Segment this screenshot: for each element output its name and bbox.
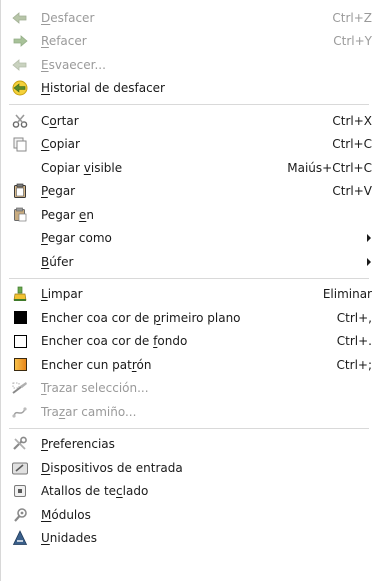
scissors-icon (11, 113, 29, 129)
menu-item-stroke-selection[interactable]: Trazar selección... (1, 377, 377, 401)
menu-item-keyboard-shortcuts[interactable]: Atallos de teclado (1, 480, 377, 504)
menu-item-fill-foreground[interactable]: Encher coa cor de primeiro plano Ctrl+, (1, 306, 377, 330)
menu-item-label: Copiar (41, 137, 80, 152)
menu-item-cut[interactable]: Cortar Ctrl+X (1, 109, 377, 133)
menu-item-label: Pegar en (41, 207, 94, 222)
menu-item-label: Pegar como (41, 231, 112, 246)
menu-item-label: Limpar (41, 287, 83, 302)
foreground-swatch-icon (11, 310, 29, 326)
menu-item-copy[interactable]: Copiar Ctrl+C (1, 133, 377, 157)
submenu-arrow-icon (367, 234, 371, 243)
menu-separator (9, 277, 369, 279)
background-swatch-icon (11, 333, 29, 349)
shortcut-label: Ctrl+; (336, 357, 372, 372)
menu-item-redo[interactable]: Refacer Ctrl+Y (1, 30, 377, 54)
menu-item-modules[interactable]: Módulos (1, 503, 377, 527)
shortcut-label: Ctrl+Z (332, 10, 372, 25)
shortcut-label: Ctrl+C (332, 137, 372, 152)
menu-separator (9, 104, 369, 105)
menu-item-fade[interactable]: Esvaecer... (1, 53, 377, 77)
menu-item-clear[interactable]: Limpar Eliminar (1, 283, 377, 307)
menu-item-label: Módulos (41, 507, 91, 522)
menu-item-label: Pegar (41, 184, 76, 199)
shortcut-label: Ctrl+X (332, 113, 372, 128)
menu-item-copy-visible[interactable]: Copiar visible Maiús+Ctrl+C (1, 156, 377, 180)
menu-item-label: Encher cun patrón (41, 357, 152, 372)
menu-item-label: Trazar camiño... (41, 404, 137, 419)
menu-item-undo[interactable]: Desfacer Ctrl+Z (1, 6, 377, 30)
stroke-selection-icon (11, 380, 29, 396)
menu-item-label: Encher coa cor de fondo (41, 334, 188, 349)
keyboard-icon (11, 483, 29, 499)
menu-item-stroke-path[interactable]: Trazar camiño... (1, 400, 377, 424)
eraser-icon (11, 286, 29, 302)
preferences-icon (11, 436, 29, 452)
redo-arrow-icon (11, 33, 29, 49)
paste-icon (11, 183, 29, 199)
menu-item-undo-history[interactable]: Historial de desfacer (1, 77, 377, 101)
submenu-arrow-icon (367, 257, 371, 266)
shortcut-label: Ctrl+V (332, 184, 372, 199)
menu-item-label: Unidades (41, 531, 97, 546)
menu-item-label: Cortar (41, 113, 79, 128)
menu-item-label: Dispositivos de entrada (41, 460, 183, 475)
undo-arrow-icon (11, 10, 29, 26)
menu-item-fill-pattern[interactable]: Encher cun patrón Ctrl+; (1, 353, 377, 377)
menu-item-label: Refacer (41, 34, 87, 49)
menu-item-paste-into[interactable]: Pegar en (1, 203, 377, 227)
copy-icon (11, 136, 29, 152)
undo-history-icon (11, 80, 29, 96)
menu-item-preferences[interactable]: Preferencias (1, 433, 377, 457)
menu-item-label: Copiar visible (41, 160, 123, 175)
shortcut-label: Ctrl+Y (333, 34, 372, 49)
fade-arrow-icon (11, 57, 29, 73)
menu-item-label: Desfacer (41, 10, 95, 25)
menu-item-label: Búfer (41, 254, 74, 269)
menu-item-paste[interactable]: Pegar Ctrl+V (1, 180, 377, 204)
edit-menu: Desfacer Ctrl+Z Refacer Ctrl+Y Esvaecer.… (0, 0, 377, 581)
units-icon (11, 530, 29, 546)
stroke-path-icon (11, 404, 29, 420)
shortcut-label: Maiús+Ctrl+C (287, 160, 372, 175)
menu-item-label: Historial de desfacer (41, 81, 165, 96)
menu-item-fill-background[interactable]: Encher coa cor de fondo Ctrl+. (1, 330, 377, 354)
menu-item-input-devices[interactable]: Dispositivos de entrada (1, 456, 377, 480)
shortcut-label: Ctrl+, (336, 310, 372, 325)
modules-icon (11, 507, 29, 523)
paste-into-icon (11, 207, 29, 223)
input-devices-icon (11, 460, 29, 476)
menu-item-paste-as[interactable]: Pegar como (1, 227, 377, 251)
menu-item-label: Atallos de teclado (41, 484, 149, 499)
shortcut-label: Ctrl+. (336, 334, 372, 349)
menu-item-buffer[interactable]: Búfer (1, 250, 377, 274)
menu-item-label: Preferencias (41, 437, 115, 452)
menu-item-label: Trazar selección... (41, 381, 149, 396)
shortcut-label: Eliminar (322, 287, 372, 302)
menu-item-units[interactable]: Unidades (1, 527, 377, 551)
pattern-swatch-icon (11, 357, 29, 373)
menu-item-label: Encher coa cor de primeiro plano (41, 310, 241, 325)
menu-item-label: Esvaecer... (41, 57, 106, 72)
menu-separator (9, 427, 369, 429)
